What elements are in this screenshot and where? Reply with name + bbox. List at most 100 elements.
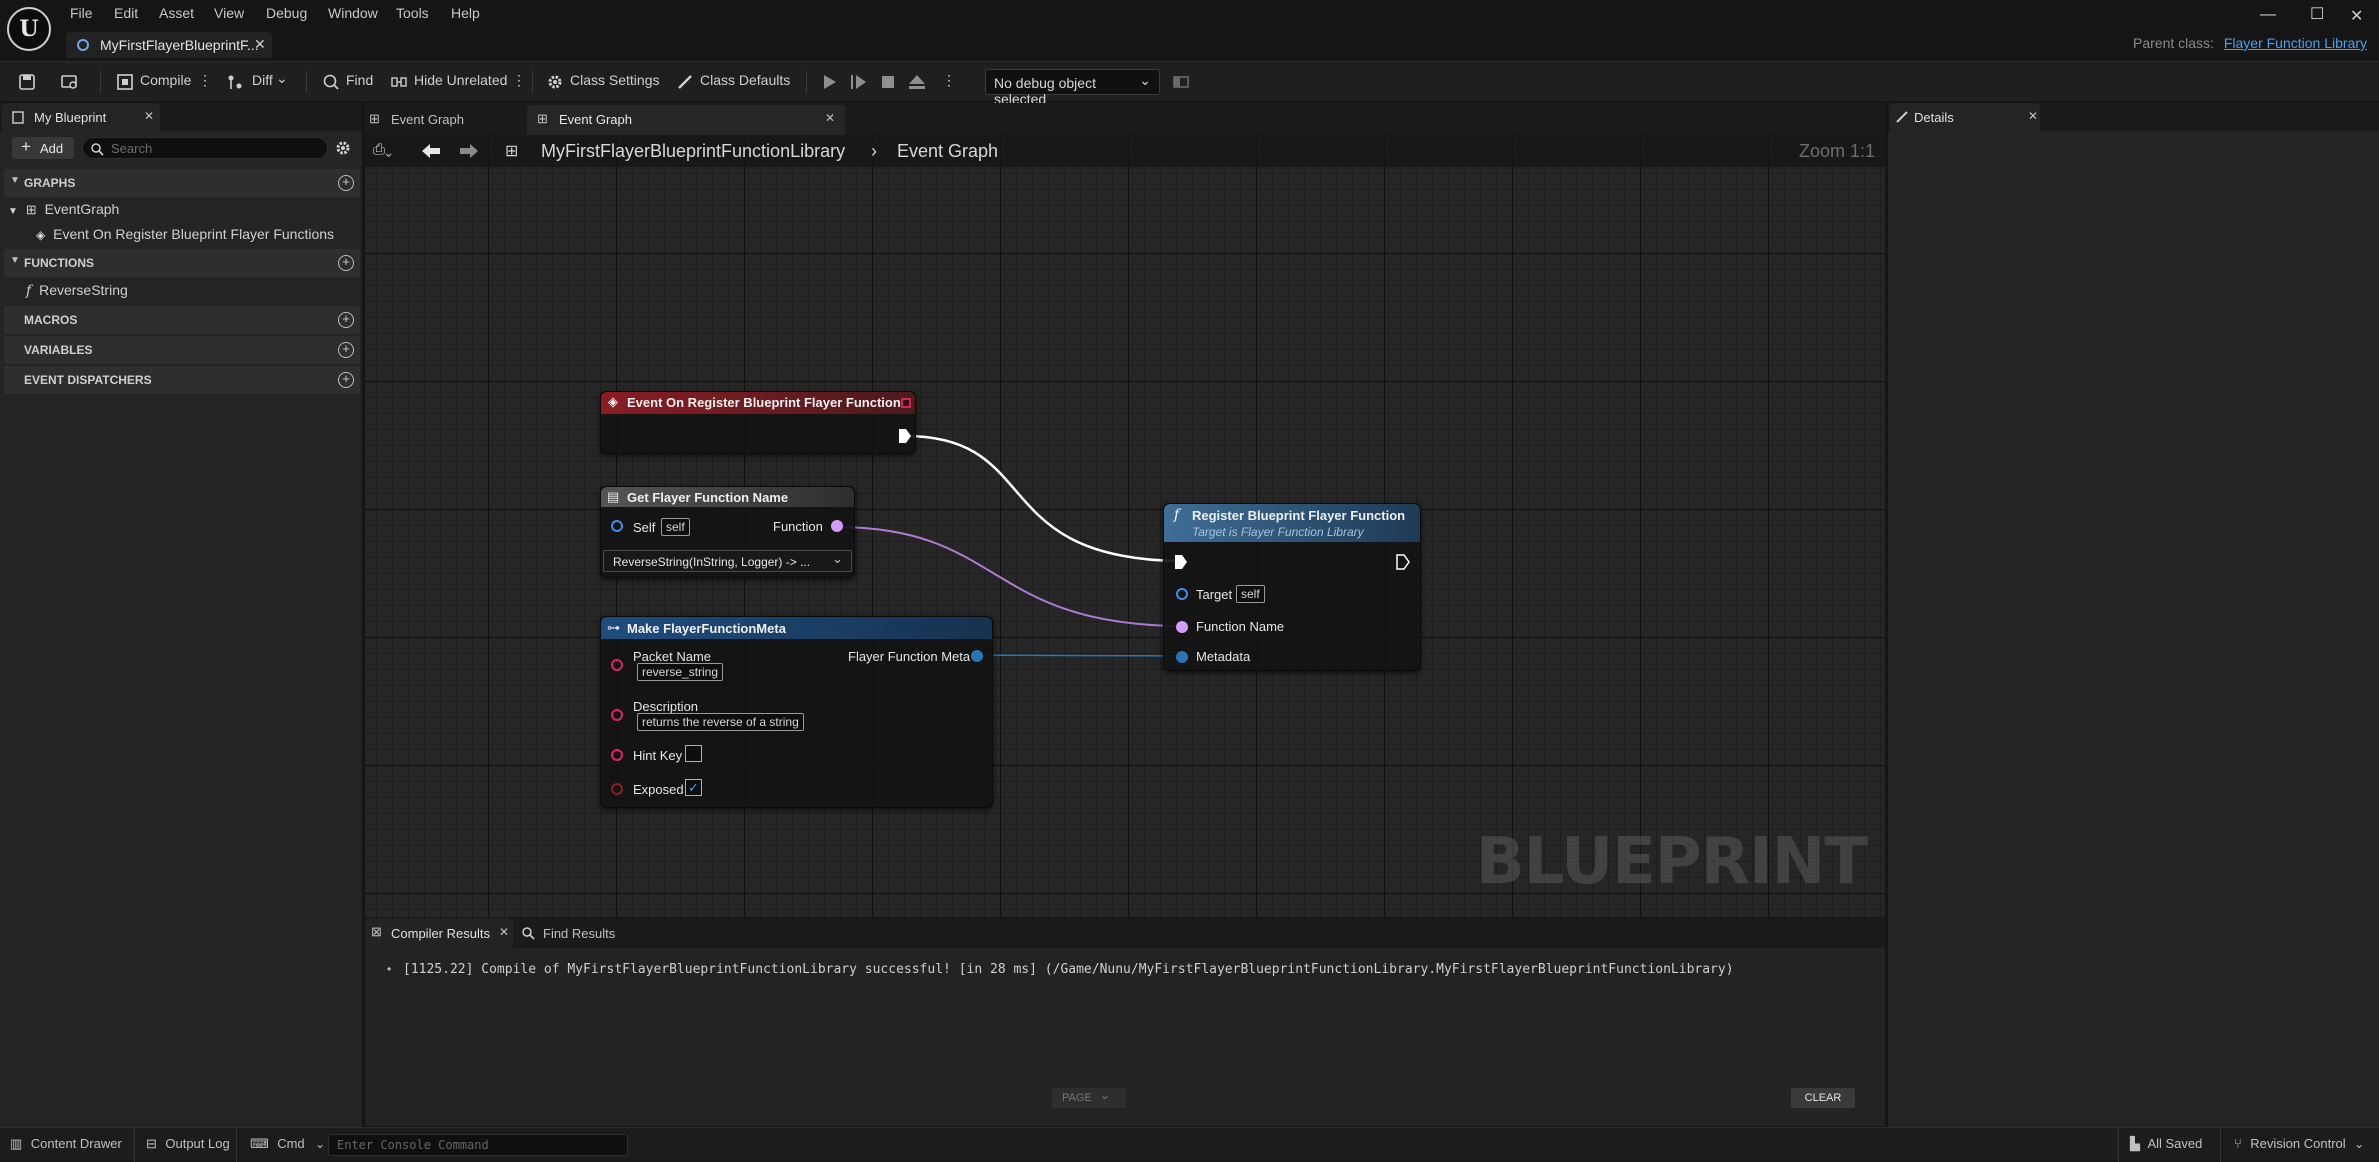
hint-key-checkbox[interactable] [685, 745, 702, 762]
menu-debug[interactable]: Debug [266, 5, 307, 21]
description-pin-icon[interactable] [611, 709, 623, 721]
bookmark-icon[interactable]: ⎙⌄ [373, 141, 392, 158]
close-icon[interactable]: ✕ [2028, 109, 2038, 123]
content-drawer-button[interactable]: ▥ Content Drawer [10, 1135, 122, 1153]
register-function-node[interactable]: f Register Blueprint Flayer Function Tar… [1163, 503, 1421, 671]
tree-item-reversestring-label: ReverseString [39, 282, 128, 298]
section-macros[interactable]: MACROS + [4, 306, 360, 334]
menu-edit[interactable]: Edit [114, 5, 138, 21]
tab-event-graph-2[interactable]: ⊞ Event Graph ✕ [527, 105, 845, 135]
tree-item-event[interactable]: ◈ Event On Register Blueprint Flayer Fun… [36, 226, 334, 242]
save-icon[interactable] [18, 73, 36, 91]
forward-arrow-icon[interactable] [459, 143, 479, 159]
add-macro-icon[interactable]: + [338, 312, 354, 328]
parent-class-link[interactable]: Flayer Function Library [2224, 35, 2367, 51]
details-tab[interactable]: Details ✕ [1890, 103, 2040, 131]
exposed-checkbox[interactable]: ✓ [685, 779, 702, 796]
add-function-icon[interactable]: + [338, 255, 354, 271]
self-pin-icon[interactable] [611, 520, 623, 532]
section-variables[interactable]: VARIABLES + [4, 336, 360, 364]
section-event-dispatchers[interactable]: EVENT DISPATCHERS + [4, 366, 360, 394]
menu-view[interactable]: View [214, 5, 244, 21]
tab-event-graph-1[interactable]: ⊞ Event Graph [365, 105, 525, 135]
target-value[interactable]: self [1236, 585, 1265, 603]
console-input[interactable]: Enter Console Command [328, 1134, 628, 1156]
maximize-icon[interactable]: ☐ [2310, 4, 2324, 24]
tree-item-eventgraph[interactable]: ▼ ⊞ EventGraph [8, 201, 119, 218]
play-options-icon[interactable]: ⋮ [942, 72, 956, 89]
meta-output-pin-icon[interactable] [971, 650, 983, 662]
tab-find-results[interactable]: Find Results [515, 918, 635, 948]
unreal-logo-icon[interactable]: U [7, 7, 51, 51]
packet-name-pin-icon[interactable] [611, 659, 623, 671]
exec-out-pin-icon[interactable] [898, 428, 912, 444]
save-status[interactable]: ▙ All Saved [2130, 1135, 2202, 1153]
menu-window[interactable]: Window [328, 5, 378, 21]
close-icon[interactable]: ✕ [499, 925, 509, 939]
step-icon[interactable] [850, 73, 868, 91]
find-button[interactable]: Find [346, 72, 373, 88]
metadata-pin-icon[interactable] [1176, 651, 1188, 663]
close-icon[interactable]: ✕ [254, 36, 266, 53]
document-tab[interactable]: MyFirstFlayerBlueprintF... ✕ [66, 32, 272, 58]
menu-asset[interactable]: Asset [159, 5, 194, 21]
event-node[interactable]: ◈ Event On Register Blueprint Flayer Fun… [600, 391, 916, 454]
close-icon[interactable]: ✕ [144, 109, 154, 123]
delegate-pin-icon[interactable] [901, 398, 911, 408]
debug-object-select[interactable]: No debug object selected ⌄ [985, 69, 1160, 107]
tree-item-reversestring[interactable]: f ReverseString [26, 282, 128, 299]
breadcrumb-graph[interactable]: Event Graph [897, 141, 998, 162]
my-blueprint-tab[interactable]: My Blueprint ✕ [2, 103, 160, 131]
compile-options-icon[interactable]: ⋮ [198, 72, 212, 89]
class-settings-button[interactable]: Class Settings [570, 72, 659, 88]
diff-button[interactable]: Diff [252, 72, 273, 88]
get-function-name-node[interactable]: ▤ Get Flayer Function Name Self self Fun… [600, 486, 855, 578]
menu-help[interactable]: Help [451, 5, 480, 21]
add-graph-icon[interactable]: + [338, 175, 354, 191]
compile-icon[interactable] [116, 73, 134, 91]
stop-icon[interactable] [880, 73, 896, 91]
close-window-icon[interactable]: ✕ [2350, 6, 2363, 26]
hide-unrelated-options-icon[interactable]: ⋮ [512, 72, 526, 89]
settings-gear-icon[interactable] [334, 139, 352, 157]
exec-in-pin-icon[interactable] [1174, 554, 1188, 570]
tab-compiler-results[interactable]: ⊠ Compiler Results ✕ [365, 918, 513, 948]
function-dropdown[interactable]: ReverseString(InString, Logger) -> ... ⌄ [603, 550, 852, 572]
add-dispatcher-icon[interactable]: + [338, 372, 354, 388]
graph-canvas[interactable]: ◈ Event On Register Blueprint Flayer Fun… [365, 135, 1885, 917]
menu-file[interactable]: File [70, 5, 93, 21]
function-name-pin-icon[interactable] [1176, 621, 1188, 633]
hint-key-pin-icon[interactable] [611, 749, 623, 761]
search-input[interactable]: Search [82, 137, 328, 159]
exposed-pin-icon[interactable] [611, 783, 623, 795]
close-icon[interactable]: ✕ [825, 111, 835, 125]
page-button[interactable]: PAGE ⌄ [1052, 1088, 1126, 1108]
self-value[interactable]: self [661, 518, 690, 536]
clear-button[interactable]: CLEAR [1791, 1088, 1855, 1108]
debug-browse-icon[interactable] [1172, 73, 1190, 91]
section-graphs[interactable]: ▼ GRAPHS + [4, 169, 360, 197]
exec-out-pin-icon[interactable] [1396, 554, 1410, 570]
class-defaults-button[interactable]: Class Defaults [700, 72, 790, 88]
eject-icon[interactable] [908, 73, 926, 91]
cmd-selector[interactable]: ⌨ Cmd ⌄ [250, 1135, 325, 1153]
target-pin-icon[interactable] [1176, 588, 1188, 600]
packet-name-input[interactable]: reverse_string [637, 663, 724, 681]
add-button[interactable]: + Add [12, 137, 74, 159]
play-icon[interactable] [822, 73, 838, 91]
browse-icon[interactable] [60, 73, 80, 91]
hide-unrelated-button[interactable]: Hide Unrelated [414, 72, 507, 88]
section-functions[interactable]: ▼ FUNCTIONS + [4, 249, 360, 277]
back-arrow-icon[interactable] [421, 143, 441, 159]
menu-tools[interactable]: Tools [396, 5, 429, 21]
make-meta-node[interactable]: ⊶ Make FlayerFunctionMeta Packet Name re… [600, 616, 993, 808]
output-log-button[interactable]: ⊟ Output Log [146, 1135, 230, 1153]
compile-message[interactable]: [1125.22] Compile of MyFirstFlayerBluepr… [403, 962, 1734, 977]
revision-control-button[interactable]: ⑂ Revision Control ⌄ [2234, 1135, 2364, 1153]
description-input[interactable]: returns the reverse of a string [637, 713, 804, 731]
function-output-pin-icon[interactable] [831, 520, 843, 532]
minimize-icon[interactable]: — [2260, 6, 2276, 24]
add-variable-icon[interactable]: + [338, 342, 354, 358]
compile-button[interactable]: Compile [140, 72, 191, 88]
breadcrumb-blueprint[interactable]: MyFirstFlayerBlueprintFunctionLibrary [541, 141, 845, 162]
